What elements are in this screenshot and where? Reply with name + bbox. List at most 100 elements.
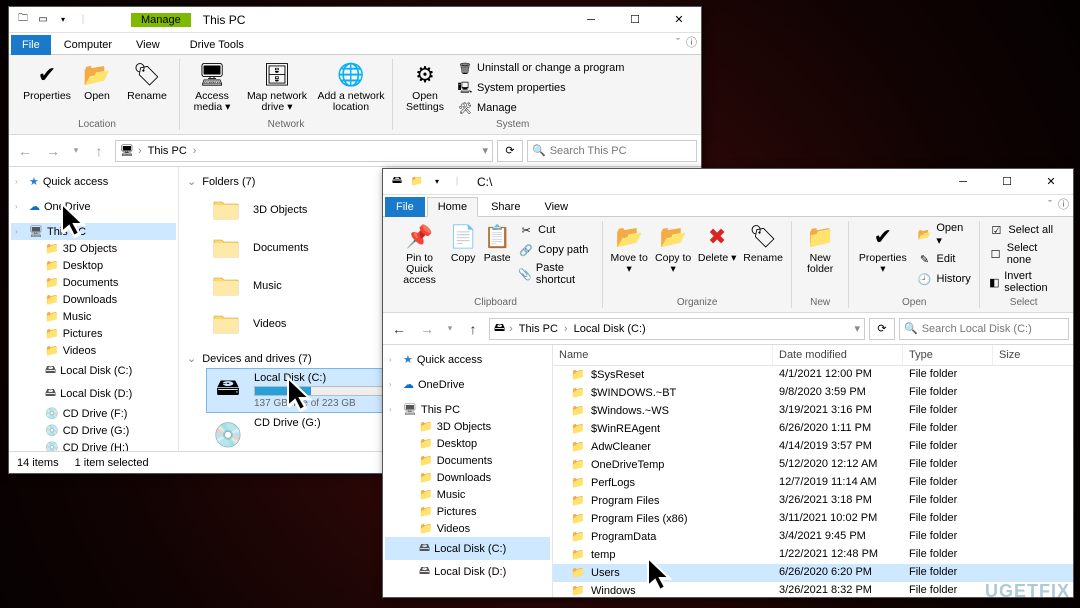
tab-home[interactable]: Home xyxy=(427,197,478,217)
copy-path-button[interactable]: 🔗Copy path xyxy=(516,241,596,259)
address-bar[interactable]: 🖴 › This PC › Local Disk (C:) ▾ xyxy=(489,318,865,340)
open-button[interactable]: 📂Open xyxy=(77,59,117,104)
sidebar-item[interactable]: 📁3D Objects xyxy=(385,418,550,435)
search-input[interactable]: 🔍 Search Local Disk (C:) xyxy=(899,318,1069,340)
sidebar-item[interactable]: 📁Music xyxy=(385,486,550,503)
address-bar[interactable]: 🖥 › This PC › ▾ xyxy=(115,140,493,162)
chevron-right-icon[interactable]: › xyxy=(509,323,513,335)
table-row[interactable]: 📁AdwCleaner4/14/2019 3:57 PMFile folder xyxy=(553,438,1073,456)
ribbon-collapse-icon[interactable]: ˇ ⓘ xyxy=(1044,192,1073,216)
col-name[interactable]: Name xyxy=(553,345,773,365)
drive-cd-g[interactable]: 💿 CD Drive (G:) xyxy=(207,414,407,451)
table-row[interactable]: 📁PerfLogs12/7/2019 11:14 AMFile folder xyxy=(553,474,1073,492)
table-row[interactable]: 📁OneDriveTemp5/12/2020 12:12 AMFile fold… xyxy=(553,456,1073,474)
col-size[interactable]: Size xyxy=(993,345,1073,365)
close-button[interactable]: ✕ xyxy=(1029,169,1073,195)
qat-properties-icon[interactable]: ▭ xyxy=(35,12,51,28)
sidebar-item[interactable]: ›🖥This PC xyxy=(385,401,550,418)
sidebar-item[interactable]: 📁Videos xyxy=(11,342,176,359)
up-button[interactable]: ↑ xyxy=(87,139,111,163)
sidebar-item[interactable]: 📁Pictures xyxy=(385,503,550,520)
open-button[interactable]: 📂Open ▾ xyxy=(915,221,974,248)
tab-computer[interactable]: Computer xyxy=(53,35,123,55)
expand-caret-icon[interactable]: › xyxy=(389,355,399,364)
sidebar-item[interactable]: 📁Music xyxy=(11,308,176,325)
close-button[interactable]: ✕ xyxy=(657,7,701,33)
sidebar-item[interactable]: 📁Documents xyxy=(385,452,550,469)
qat-dropdown-icon[interactable]: ▾ xyxy=(55,12,71,28)
select-none-button[interactable]: ☐Select none xyxy=(986,241,1061,267)
drive-local-c[interactable]: 🖴 Local Disk (C:) 137 GB free of 223 GB xyxy=(207,369,407,412)
breadcrumb[interactable]: This PC xyxy=(146,145,189,157)
table-row[interactable]: 📁ProgramData3/4/2021 9:45 PMFile folder xyxy=(553,528,1073,546)
table-row[interactable]: 📁$WinREAgent6/26/2020 1:11 PMFile folder xyxy=(553,420,1073,438)
sidebar-item[interactable]: 📁Videos xyxy=(385,520,550,537)
copy-to-button[interactable]: 📂Copy to ▾ xyxy=(653,221,693,277)
table-row[interactable]: 📁Program Files3/26/2021 3:18 PMFile fold… xyxy=(553,492,1073,510)
sidebar-item[interactable]: 📁Desktop xyxy=(385,435,550,452)
rename-button[interactable]: 🏷Rename xyxy=(121,59,173,104)
chevron-right-icon[interactable]: › xyxy=(193,145,197,157)
edit-button[interactable]: ✎Edit xyxy=(915,250,974,268)
tab-share[interactable]: Share xyxy=(480,197,531,217)
history-button[interactable]: 🕘History xyxy=(915,270,974,288)
sidebar-item[interactable]: ›☁OneDrive xyxy=(385,376,550,393)
address-dropdown-icon[interactable]: ▾ xyxy=(854,322,860,335)
forward-button[interactable]: → xyxy=(41,139,65,163)
cut-button[interactable]: ✂Cut xyxy=(516,221,596,239)
maximize-button[interactable]: ☐ xyxy=(985,169,1029,195)
tab-file[interactable]: File xyxy=(385,197,425,217)
table-row[interactable]: 📁Users6/26/2020 6:20 PMFile folder xyxy=(553,564,1073,582)
breadcrumb[interactable]: Local Disk (C:) xyxy=(572,323,648,335)
properties-button[interactable]: ✔︎Properties ▾ xyxy=(855,221,910,277)
refresh-button[interactable]: ⟳ xyxy=(497,140,523,162)
sidebar-item[interactable]: 🖴Local Disk (D:) xyxy=(11,382,176,405)
col-type[interactable]: Type xyxy=(903,345,993,365)
table-row[interactable]: 📁$SysReset4/1/2021 12:00 PMFile folder xyxy=(553,366,1073,384)
address-dropdown-icon[interactable]: ▾ xyxy=(482,144,488,157)
tab-view[interactable]: View xyxy=(125,35,171,55)
col-date[interactable]: Date modified xyxy=(773,345,903,365)
forward-button[interactable]: → xyxy=(415,317,439,341)
select-all-button[interactable]: ☑Select all xyxy=(986,221,1061,239)
uninstall-button[interactable]: 🗑Uninstall or change a program xyxy=(455,59,626,77)
back-button[interactable]: ← xyxy=(387,317,411,341)
refresh-button[interactable]: ⟳ xyxy=(869,318,895,340)
table-row[interactable]: 📁temp1/22/2021 12:48 PMFile folder xyxy=(553,546,1073,564)
paste-shortcut-button[interactable]: 📎Paste shortcut xyxy=(516,261,596,287)
expand-caret-icon[interactable]: › xyxy=(15,177,25,186)
sidebar-item[interactable]: 📁Documents xyxy=(11,274,176,291)
ribbon-collapse-icon[interactable]: ˇ ⓘ xyxy=(672,30,701,54)
add-network-button[interactable]: 🌐Add a network location xyxy=(316,59,386,115)
column-headers[interactable]: Name Date modified Type Size xyxy=(553,345,1073,366)
breadcrumb[interactable]: This PC xyxy=(517,323,560,335)
table-row[interactable]: 📁$WINDOWS.~BT9/8/2020 3:59 PMFile folder xyxy=(553,384,1073,402)
paste-button[interactable]: 📋Paste xyxy=(482,221,512,266)
search-input[interactable]: 🔍 Search This PC xyxy=(527,140,697,162)
sidebar-item[interactable]: ›🖥This PC xyxy=(11,223,176,240)
table-row[interactable]: 📁$Windows.~WS3/19/2021 3:16 PMFile folde… xyxy=(553,402,1073,420)
sidebar-item[interactable]: 📁Downloads xyxy=(11,291,176,308)
system-properties-button[interactable]: 🖳System properties xyxy=(455,79,626,97)
qat-folder-icon[interactable]: 📁 xyxy=(409,174,425,190)
sidebar-item[interactable]: 💿CD Drive (F:) xyxy=(11,405,176,422)
sidebar-item[interactable]: 💿CD Drive (H:) xyxy=(11,439,176,451)
sidebar-item[interactable]: 📁Downloads xyxy=(385,469,550,486)
minimize-button[interactable]: ─ xyxy=(569,7,613,33)
expand-caret-icon[interactable]: › xyxy=(15,202,25,211)
copy-button[interactable]: 📄Copy xyxy=(448,221,478,266)
sidebar-item[interactable]: ›★Quick access xyxy=(11,173,176,190)
expand-caret-icon[interactable]: › xyxy=(389,380,399,389)
qat-dropdown-icon[interactable]: ▾ xyxy=(429,174,445,190)
back-button[interactable]: ← xyxy=(13,139,37,163)
expand-caret-icon[interactable]: › xyxy=(389,405,399,414)
tab-drive-tools[interactable]: Drive Tools xyxy=(179,35,255,55)
sidebar-item[interactable]: 🖴Local Disk (C:) xyxy=(385,537,550,560)
expand-caret-icon[interactable]: › xyxy=(15,227,25,236)
up-button[interactable]: ↑ xyxy=(461,317,485,341)
tab-view[interactable]: View xyxy=(533,197,579,217)
folder-tile[interactable]: Documents xyxy=(207,230,377,266)
sidebar-item[interactable]: ›☁OneDrive xyxy=(11,198,176,215)
chevron-right-icon[interactable]: › xyxy=(138,145,142,157)
table-row[interactable]: 📁Program Files (x86)3/11/2021 10:02 PMFi… xyxy=(553,510,1073,528)
